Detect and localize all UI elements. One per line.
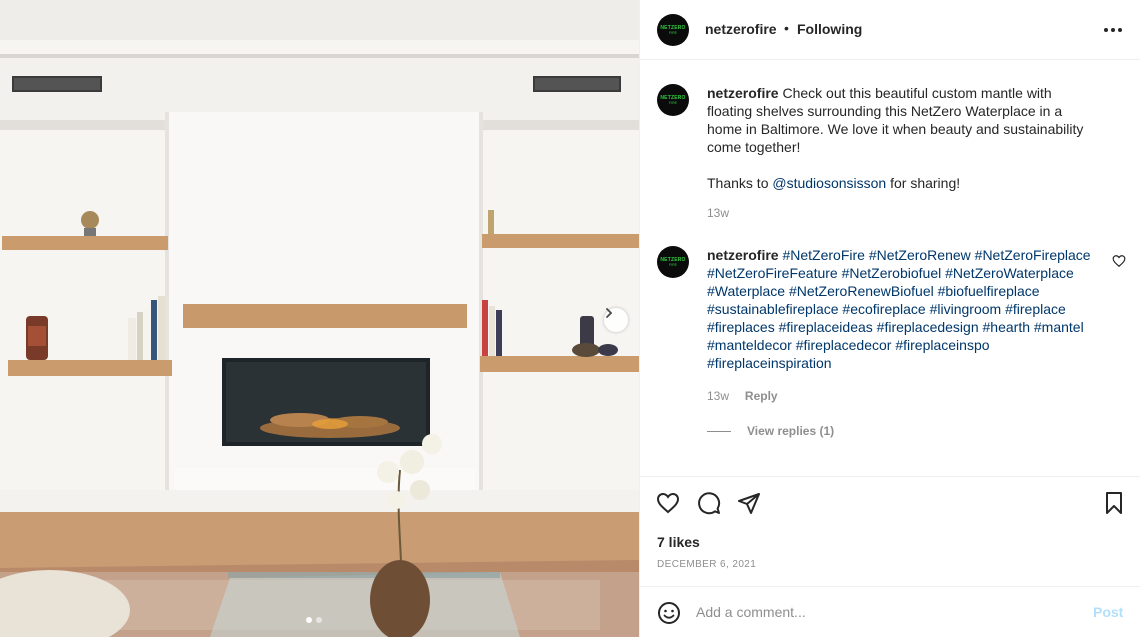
hashtag-link[interactable]: #livingroom [930, 301, 1002, 317]
like-count[interactable]: 7 likes [657, 534, 700, 550]
more-horizontal-icon [1104, 28, 1122, 32]
following-button[interactable]: Following [797, 21, 862, 37]
like-heart-icon[interactable] [656, 491, 680, 515]
avatar-logo-subtext: FIRE [669, 101, 677, 105]
hashtag-link[interactable]: #NetZerobiofuel [842, 265, 942, 281]
comments-list[interactable]: NETZERO FIRE netzerofire Check out this … [640, 61, 1140, 475]
add-comment-bar: Post [640, 586, 1140, 637]
caption-thanks: Thanks to @studiosonsisson for sharing! [707, 174, 1092, 192]
hashtag-link[interactable]: #biofuelfireplace [938, 283, 1040, 299]
post-actions: 7 likes December 6, 2021 [640, 476, 1140, 586]
thanks-prefix: Thanks to [707, 175, 769, 191]
hashtag-link[interactable]: #NetZeroFire [782, 247, 864, 263]
view-replies-label: View replies (1) [747, 424, 835, 438]
hashtag-link[interactable]: #fireplaceideas [779, 319, 873, 335]
caption-body: netzerofire Check out this beautiful cus… [707, 84, 1092, 222]
avatar[interactable]: NETZERO FIRE [657, 14, 689, 46]
avatar-logo-subtext: FIRE [669, 31, 677, 35]
avatar[interactable]: NETZERO FIRE [657, 246, 689, 278]
hashtag-link[interactable]: #manteldecor [707, 337, 792, 353]
carousel-dot [306, 617, 312, 623]
hashtag-link[interactable]: #fireplaceinspiration [707, 355, 832, 371]
comment-input[interactable] [696, 601, 1076, 623]
hashtag-link[interactable]: #NetZeroFireFeature [707, 265, 838, 281]
avatar-logo-subtext: FIRE [669, 263, 677, 267]
hashtag-link[interactable]: #hearth [983, 319, 1030, 335]
chevron-right-icon [606, 308, 613, 318]
comment-bubble-icon[interactable] [697, 491, 721, 515]
hashtag-link[interactable]: #mantel [1034, 319, 1084, 335]
hashtag-link[interactable]: #ecofireplace [842, 301, 925, 317]
post-comment-button[interactable]: Post [1093, 604, 1123, 620]
separator-dot: • [784, 20, 789, 36]
hashtag-link[interactable]: #NetZeroRenew [869, 247, 971, 263]
post-header: NETZERO FIRE netzerofire • Following [640, 0, 1140, 60]
hashtag-link[interactable]: #fireplacedesign [877, 319, 979, 335]
post-date[interactable]: December 6, 2021 [657, 559, 756, 570]
hashtag-link[interactable]: #fireplaceinspo [895, 337, 989, 353]
avatar[interactable]: NETZERO FIRE [657, 84, 689, 116]
hashtag-comment-body: netzerofire #NetZeroFire #NetZeroRenew #… [707, 246, 1092, 405]
replies-divider-line [707, 430, 731, 432]
comment-username[interactable]: netzerofire [707, 247, 779, 263]
thanks-suffix: for sharing! [890, 175, 961, 191]
carousel-indicator [306, 617, 322, 623]
share-paper-plane-icon[interactable] [737, 491, 761, 515]
mention-link[interactable]: @studiosonsisson [772, 175, 886, 191]
hashtag-link[interactable]: #sustainablefireplace [707, 301, 839, 317]
view-replies-button[interactable]: View replies (1) [707, 424, 834, 438]
hashtag-list: #NetZeroFire #NetZeroRenew #NetZeroFirep… [707, 247, 1091, 371]
post-photo [0, 0, 639, 637]
more-options-button[interactable] [1101, 18, 1125, 42]
emoji-smiley-icon[interactable] [657, 601, 681, 625]
carousel-dot [316, 617, 322, 623]
hashtag-link[interactable]: #NetZeroRenewBiofuel [789, 283, 934, 299]
hashtag-link[interactable]: #fireplace [1005, 301, 1066, 317]
next-image-button[interactable] [604, 308, 628, 332]
reply-button[interactable]: Reply [745, 389, 778, 403]
hashtag-link[interactable]: #NetZeroFireplace [975, 247, 1091, 263]
comment-timestamp[interactable]: 13w [707, 389, 729, 403]
like-comment-heart-icon[interactable] [1112, 254, 1126, 268]
hashtag-link[interactable]: #Waterplace [707, 283, 785, 299]
hashtag-link[interactable]: #NetZeroWaterplace [945, 265, 1074, 281]
hashtag-link[interactable]: #fireplaces [707, 319, 775, 335]
caption-username[interactable]: netzerofire [707, 85, 779, 101]
post-detail-panel: NETZERO FIRE netzerofire • Following NET… [639, 0, 1140, 637]
author-username[interactable]: netzerofire [705, 21, 777, 37]
save-bookmark-icon[interactable] [1102, 491, 1126, 515]
fireplace-room-image [0, 0, 639, 637]
hashtag-link[interactable]: #fireplacedecor [796, 337, 892, 353]
caption-timestamp[interactable]: 13w [707, 204, 1092, 222]
